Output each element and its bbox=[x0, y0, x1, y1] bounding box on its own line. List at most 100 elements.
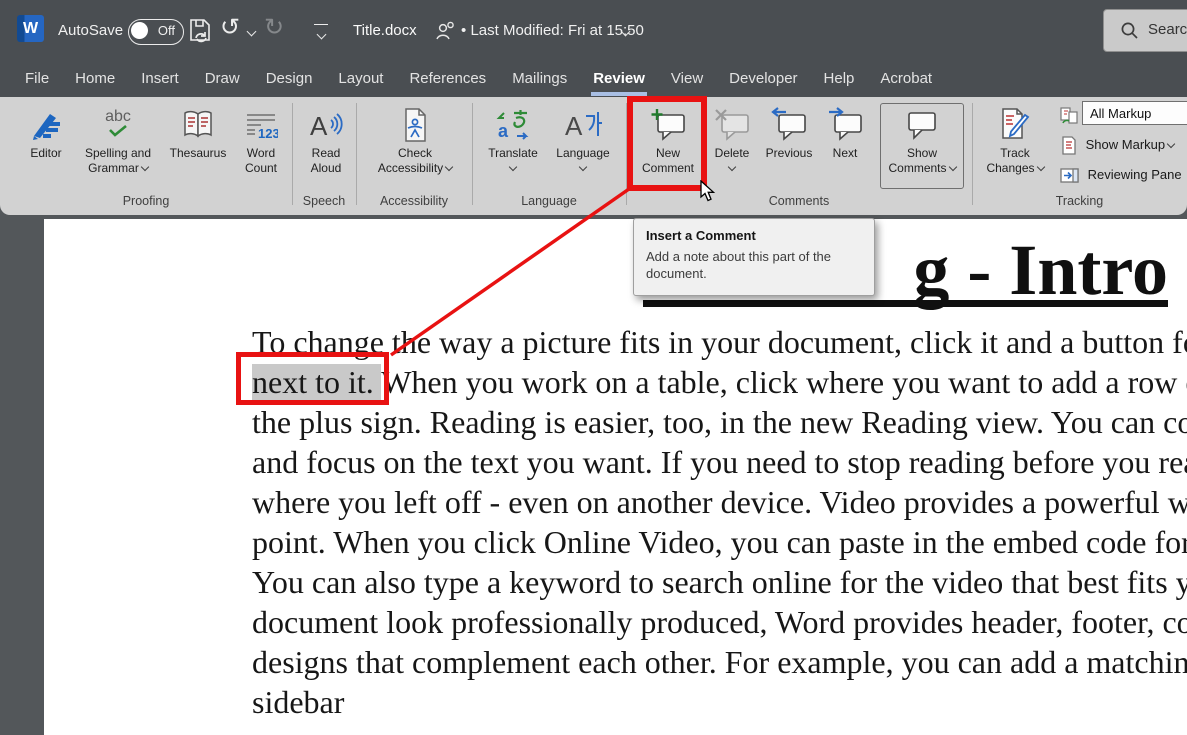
next-comment-button[interactable]: Next bbox=[821, 104, 869, 188]
show-comments-button[interactable]: Show Comments bbox=[880, 103, 964, 189]
save-icon[interactable] bbox=[187, 17, 213, 43]
chevron-down-icon bbox=[727, 162, 737, 172]
chevron-down-icon bbox=[1036, 162, 1045, 172]
show-comments-label-2: Comments bbox=[888, 161, 947, 175]
delete-label: Delete bbox=[714, 146, 750, 160]
tab-view[interactable]: View bbox=[658, 62, 716, 97]
reviewing-pane-icon bbox=[1060, 167, 1079, 183]
tab-developer[interactable]: Developer bbox=[716, 62, 810, 97]
word-count-label-1: Word bbox=[246, 146, 276, 160]
next-label: Next bbox=[832, 146, 858, 160]
translate-button[interactable]: a Translate bbox=[480, 104, 546, 188]
tab-references[interactable]: References bbox=[396, 62, 499, 97]
language-icon: A bbox=[548, 104, 618, 146]
markup-view-select[interactable]: All Markup bbox=[1082, 101, 1187, 125]
body-line[interactable]: sidebar bbox=[252, 682, 1187, 722]
read-aloud-label-2: Aloud bbox=[310, 161, 342, 175]
language-label: Language bbox=[556, 146, 610, 160]
document-body[interactable]: To change the way a picture fits in your… bbox=[252, 322, 1187, 722]
redo-icon: ↻ bbox=[264, 14, 285, 41]
presence-person-icon[interactable] bbox=[434, 20, 456, 42]
tab-layout[interactable]: Layout bbox=[325, 62, 396, 97]
markup-view-value: All Markup bbox=[1090, 106, 1152, 121]
thesaurus-label: Thesaurus bbox=[169, 146, 227, 160]
check-accessibility-button[interactable]: Check Accessibility bbox=[362, 104, 468, 188]
track-changes-label-2: Changes bbox=[986, 161, 1035, 175]
toggle-knob-icon bbox=[131, 22, 148, 39]
tab-review[interactable]: Review bbox=[580, 62, 658, 97]
chevron-down-icon bbox=[508, 162, 518, 172]
body-line[interactable]: To change the way a picture fits in your… bbox=[252, 322, 1187, 362]
thesaurus-icon bbox=[161, 104, 235, 146]
reviewing-pane-button[interactable]: Reviewing Pane bbox=[1060, 162, 1182, 188]
annotation-box-new-comment bbox=[627, 96, 707, 191]
chevron-down-icon bbox=[1166, 139, 1176, 149]
body-line[interactable]: You can also type a keyword to search on… bbox=[252, 562, 1187, 602]
tab-file[interactable]: File bbox=[12, 62, 62, 97]
tab-home[interactable]: Home bbox=[62, 62, 128, 97]
read-aloud-button[interactable]: A Read Aloud bbox=[299, 104, 353, 188]
tooltip: Insert a Comment Add a note about this p… bbox=[633, 218, 875, 296]
thesaurus-button[interactable]: Thesaurus bbox=[161, 104, 235, 188]
read-aloud-icon: A bbox=[299, 104, 353, 146]
tab-insert[interactable]: Insert bbox=[128, 62, 192, 97]
chevron-down-icon bbox=[444, 162, 454, 172]
previous-comment-button[interactable]: Previous bbox=[758, 104, 820, 188]
delete-comment-icon bbox=[707, 104, 757, 146]
autosave-toggle[interactable]: Off bbox=[128, 19, 184, 45]
body-line[interactable]: and focus on the text you want. If you n… bbox=[252, 442, 1187, 482]
search-box[interactable]: Search bbox=[1103, 9, 1187, 52]
title-bar: W AutoSave Off ↺ ↻ Title.docx • Last Mod… bbox=[0, 0, 1187, 62]
read-aloud-label-1: Read bbox=[311, 146, 341, 160]
body-line[interactable]: document look professionally produced, W… bbox=[252, 602, 1187, 642]
undo-icon[interactable]: ↺ bbox=[220, 0, 240, 56]
spelling-grammar-button[interactable]: abc Spelling and Grammar bbox=[72, 104, 164, 188]
group-divider bbox=[356, 103, 357, 205]
group-divider bbox=[472, 103, 473, 205]
word-logo-icon[interactable]: W bbox=[17, 15, 44, 42]
editor-button[interactable]: Editor bbox=[20, 104, 72, 188]
translate-label: Translate bbox=[488, 146, 538, 160]
previous-comment-icon bbox=[758, 104, 820, 146]
body-line-rest[interactable]: When you work on a table, click where yo… bbox=[381, 364, 1187, 400]
editor-label: Editor bbox=[30, 146, 62, 160]
group-label-comments: Comments bbox=[768, 194, 830, 208]
translate-icon: a bbox=[480, 104, 546, 146]
word-window: W AutoSave Off ↺ ↻ Title.docx • Last Mod… bbox=[0, 0, 1187, 735]
quick-access-overflow-icon[interactable] bbox=[314, 24, 328, 40]
word-count-button[interactable]: 123 Word Count bbox=[236, 104, 286, 188]
delete-comment-button[interactable]: Delete bbox=[707, 104, 757, 188]
svg-text:a: a bbox=[498, 121, 509, 141]
body-line[interactable]: the plus sign. Reading is easier, too, i… bbox=[252, 402, 1187, 442]
search-label: Search bbox=[1148, 21, 1187, 38]
spelling-label-1: Spelling and bbox=[84, 146, 152, 160]
svg-text:A: A bbox=[310, 111, 328, 141]
autosave-label: AutoSave bbox=[58, 22, 124, 39]
autosave-state: Off bbox=[157, 23, 175, 38]
tab-mailings[interactable]: Mailings bbox=[499, 62, 580, 97]
tab-help[interactable]: Help bbox=[811, 62, 868, 97]
language-button[interactable]: A Language bbox=[548, 104, 618, 188]
body-line[interactable]: designs that complement each other. For … bbox=[252, 642, 1187, 682]
svg-text:123: 123 bbox=[258, 126, 278, 141]
body-line[interactable]: point. When you click Online Video, you … bbox=[252, 522, 1187, 562]
group-divider bbox=[292, 103, 293, 205]
check-accessibility-label-1: Check bbox=[397, 146, 432, 160]
show-markup-button[interactable]: Show Markup bbox=[1060, 132, 1176, 158]
ribbon: Editor abc Spelling and Grammar Thesauru… bbox=[0, 97, 1187, 215]
last-modified[interactable]: • Last Modified: Fri at 15:50 bbox=[461, 0, 644, 62]
tab-draw[interactable]: Draw bbox=[192, 62, 253, 97]
track-changes-button[interactable]: Track Changes bbox=[980, 104, 1050, 188]
tooltip-body: Add a note about this part of the docume… bbox=[646, 249, 832, 281]
document-title[interactable]: Title.docx bbox=[353, 0, 417, 62]
reviewing-pane-label: Reviewing Pane bbox=[1087, 167, 1182, 182]
search-icon bbox=[1121, 22, 1138, 39]
group-label-proofing: Proofing bbox=[122, 194, 170, 208]
undo-chevron-icon[interactable] bbox=[246, 26, 257, 37]
tab-acrobat[interactable]: Acrobat bbox=[867, 62, 945, 97]
display-for-review-row bbox=[1060, 102, 1084, 128]
word-count-icon: 123 bbox=[236, 104, 286, 146]
body-line[interactable]: next to it. When you work on a table, cl… bbox=[252, 362, 1187, 402]
tab-design[interactable]: Design bbox=[253, 62, 326, 97]
body-line[interactable]: where you left off - even on another dev… bbox=[252, 482, 1187, 522]
